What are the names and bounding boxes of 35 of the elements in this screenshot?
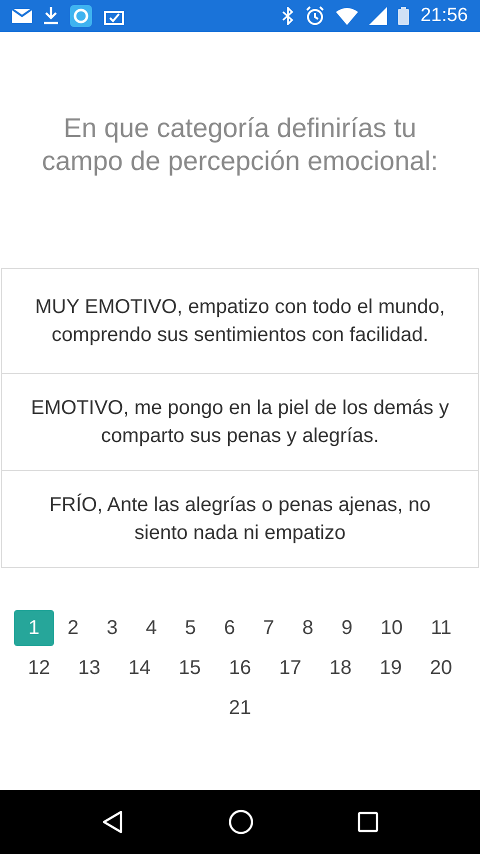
page-number[interactable]: 13 <box>64 650 114 686</box>
download-icon <box>44 7 58 25</box>
page-number[interactable]: 4 <box>132 610 171 646</box>
battery-icon <box>398 7 410 25</box>
question-text: En que categoría definirías tu campo de percepción emocional: <box>40 112 440 178</box>
page-number[interactable]: 15 <box>164 650 215 686</box>
page-number[interactable]: 9 <box>327 610 367 646</box>
page-number[interactable]: 20 <box>416 650 466 686</box>
wifi-icon <box>336 8 358 24</box>
page-number[interactable]: 5 <box>170 610 210 646</box>
page-number[interactable]: 11 <box>416 610 466 646</box>
answer-option[interactable]: EMOTIVO, me pongo en la piel de los demás y comparto sus penas y alegrías. <box>1 373 479 471</box>
page-number[interactable]: 14 <box>114 650 165 686</box>
page-number[interactable]: 12 <box>14 650 64 686</box>
page-number[interactable]: 16 <box>214 650 266 686</box>
page-number[interactable]: 17 <box>265 650 316 686</box>
answer-option[interactable]: MUY EMOTIVO, empatizo con todo el mundo, comprendo sus sentimientos con facilidad. <box>1 268 479 374</box>
mail-icon <box>12 9 32 23</box>
page-number[interactable]: 21 <box>214 690 266 726</box>
home-icon[interactable] <box>228 809 254 835</box>
page-number[interactable]: 10 <box>366 610 417 646</box>
page-number[interactable]: 18 <box>315 650 366 686</box>
page-number[interactable]: 8 <box>288 610 328 646</box>
page-number[interactable]: 2 <box>54 610 93 646</box>
recents-icon[interactable] <box>356 811 379 833</box>
alarm-icon <box>305 6 326 26</box>
answer-option[interactable]: FRÍO, Ante las alegrías o penas ajenas, no siento nada ni empatizo <box>1 470 479 568</box>
app-icon <box>70 5 92 27</box>
page-number[interactable]: 7 <box>249 610 288 646</box>
page-number[interactable]: 3 <box>92 610 132 646</box>
page-number[interactable]: 19 <box>366 650 416 686</box>
clock-time: 21:56 <box>420 5 468 27</box>
signal-icon <box>369 7 388 25</box>
bluetooth-icon <box>282 7 294 25</box>
page-number[interactable]: 6 <box>210 610 250 646</box>
